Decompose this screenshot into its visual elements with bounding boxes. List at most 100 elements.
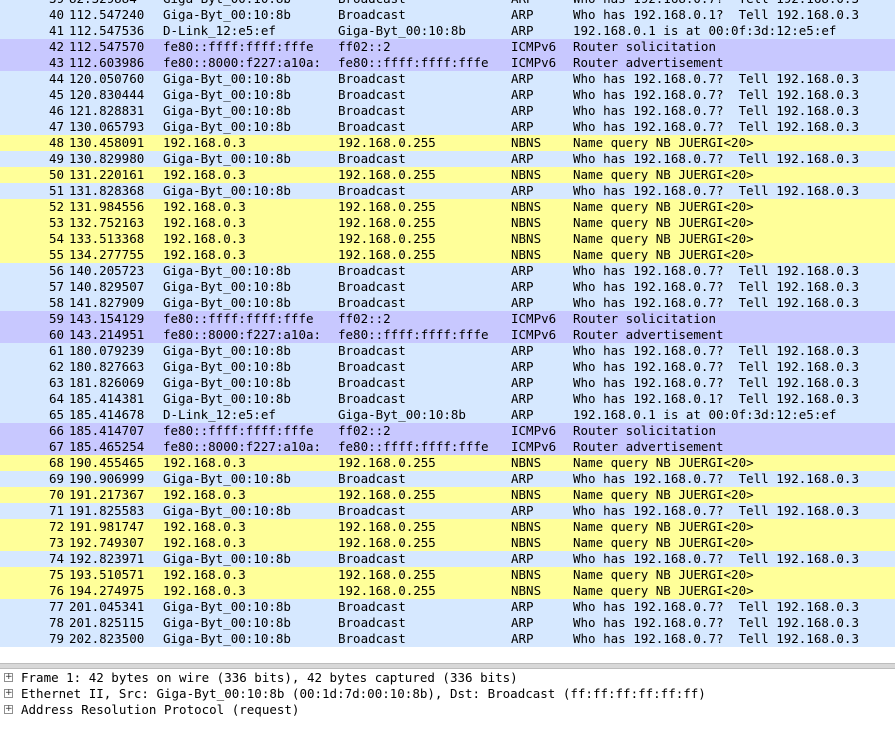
packet-protocol: ARP — [511, 375, 534, 390]
packet-time: 194.274975 — [69, 583, 145, 598]
packet-source: D-Link_12:e5:ef — [163, 407, 276, 422]
packet-row[interactable]: 67 185.465254 fe80::8000:f227:a10a: fe80::f… — [0, 439, 895, 455]
packet-source: Giga-Byt_00:10:8b — [163, 295, 291, 310]
packet-number: 39 — [0, 0, 64, 7]
detail-tree-item[interactable]: + Address Resolution Protocol (request) — [0, 702, 895, 718]
packet-row[interactable]: 60 143.214951 fe80::8000:f227:a10a: fe80::f… — [0, 327, 895, 343]
packet-row[interactable]: 58 141.827909 Giga-Byt_00:10:8b Broadcast AR… — [0, 295, 895, 311]
packet-row[interactable]: 65 185.414678 D-Link_12:e5:ef Giga-Byt_00:1… — [0, 407, 895, 423]
packet-number: 65 — [48, 407, 64, 422]
packet-row[interactable]: 50 131.220161 192.168.0.3 192.168.0.255 NBNS… — [0, 167, 895, 183]
packet-number: 77 — [48, 599, 64, 614]
packet-row[interactable]: 64 185.414381 Giga-Byt_00:10:8b Broadcast AR… — [0, 391, 895, 407]
packet-number: 78 — [48, 615, 64, 630]
packet-time: 130.458091 — [69, 135, 145, 150]
packet-row[interactable]: 54 133.513368 192.168.0.3 192.168.0.255 NBNS… — [0, 231, 895, 247]
packet-time: 133.513368 — [69, 231, 145, 246]
packet-row[interactable]: 57 140.829507 Giga-Byt_00:10:8b Broadcast AR… — [0, 279, 895, 295]
packet-number: 48 — [48, 135, 64, 150]
packet-source: Giga-Byt_00:10:8b — [163, 359, 291, 374]
detail-tree-item[interactable]: + Frame 1: 42 bytes on wire (336 bits), 4… — [0, 670, 895, 686]
packet-row[interactable]: 66 185.414707 fe80::ffff:ffff:fffe ff02::2 I… — [0, 423, 895, 439]
packet-time: 190.906999 — [69, 471, 145, 486]
packet-row[interactable]: 62 180.827663 Giga-Byt_00:10:8b Broadcast AR… — [0, 359, 895, 375]
detail-tree-item[interactable]: + Ethernet II, Src: Giga-Byt_00:10:8b (00… — [0, 686, 895, 702]
packet-protocol: ARP — [511, 551, 534, 566]
packet-destination: Broadcast — [338, 87, 406, 102]
packet-row[interactable]: 79 202.823500 Giga-Byt_00:10:8b Broadcast AR… — [0, 631, 895, 647]
packet-protocol: ICMPv6 — [511, 311, 557, 326]
packet-row[interactable]: 63 181.826069 Giga-Byt_00:10:8b Broadcast AR… — [0, 375, 895, 391]
packet-row[interactable]: 68 190.455465 192.168.0.3 192.168.0.255 NBNS… — [0, 455, 895, 471]
packet-row[interactable]: 45 120.830444 Giga-Byt_00:10:8b Broadcast AR… — [0, 87, 895, 103]
packet-info: Who has 192.168.0.7? Tell 192.168.0.3 — [573, 631, 859, 646]
expand-icon[interactable]: + — [4, 689, 13, 698]
packet-destination: Broadcast — [338, 391, 406, 406]
packet-row[interactable]: 71 191.825583 Giga-Byt_00:10:8b Broadcast AR… — [0, 503, 895, 519]
packet-info: Who has 192.168.0.7? Tell 192.168.0.3 — [573, 599, 859, 614]
packet-row[interactable]: 59 143.154129 fe80::ffff:ffff:fffe ff02::2 I… — [0, 311, 895, 327]
packet-number: 46 — [48, 103, 64, 118]
packet-time: 185.414381 — [69, 391, 145, 406]
packet-row[interactable]: 76 194.274975 192.168.0.3 192.168.0.255 NBNS… — [0, 583, 895, 599]
packet-row[interactable]: 53 132.752163 192.168.0.3 192.168.0.255 NBNS… — [0, 215, 895, 231]
packet-time: 180.827663 — [69, 359, 145, 374]
packet-row[interactable]: 70 191.217367 192.168.0.3 192.168.0.255 NBNS… — [0, 487, 895, 503]
packet-row[interactable]: 61 180.079239 Giga-Byt_00:10:8b Broadcast AR… — [0, 343, 895, 359]
packet-info: Who has 192.168.0.7? Tell 192.168.0.3 — [573, 279, 859, 294]
packet-row[interactable]: 72 191.981747 192.168.0.3 192.168.0.255 NBNS… — [0, 519, 895, 535]
packet-row[interactable]: 52 131.984556 192.168.0.3 192.168.0.255 NBNS… — [0, 199, 895, 215]
packet-row[interactable]: 39 82.329884Giga-Byt_00:10:8b BroadcastARP… — [0, 0, 895, 7]
packet-protocol: ARP — [511, 599, 534, 614]
packet-number: 75 — [48, 567, 64, 582]
packet-info: Who has 192.168.0.7? Tell 192.168.0.3 — [573, 295, 859, 310]
packet-info: Who has 192.168.0.1? Tell 192.168.0.3 — [573, 7, 859, 22]
packet-info: Router advertisement — [573, 327, 724, 342]
packet-details-pane[interactable]: + Frame 1: 42 bytes on wire (336 bits), 4… — [0, 669, 895, 730]
packet-row[interactable]: 77 201.045341 Giga-Byt_00:10:8b Broadcast AR… — [0, 599, 895, 615]
packet-number: 41 — [48, 23, 64, 38]
packet-row[interactable]: 42 112.547570 fe80::ffff:ffff:fffe ff02::2 I… — [0, 39, 895, 55]
packet-destination: 192.168.0.255 — [338, 535, 436, 550]
packet-row[interactable]: 46 121.828831 Giga-Byt_00:10:8b Broadcast AR… — [0, 103, 895, 119]
packet-source: fe80::ffff:ffff:fffe — [163, 311, 314, 326]
packet-source: 192.168.0.3 — [163, 535, 246, 550]
expand-icon[interactable]: + — [4, 705, 13, 714]
packet-row[interactable]: 41 112.547536 D-Link_12:e5:ef Giga-Byt_00:1… — [0, 23, 895, 39]
packet-row[interactable]: 49 130.829980 Giga-Byt_00:10:8b Broadcast AR… — [0, 151, 895, 167]
packet-time: 112.547240 — [69, 7, 145, 22]
packet-protocol: ARP — [511, 87, 534, 102]
packet-number: 53 — [48, 215, 64, 230]
packet-info: Who has 192.168.0.7? Tell 192.168.0.3 — [573, 151, 859, 166]
packet-row[interactable]: 48 130.458091 192.168.0.3 192.168.0.255 NBNS… — [0, 135, 895, 151]
packet-destination: Giga-Byt_00:10:8b — [338, 23, 466, 38]
packet-source: Giga-Byt_00:10:8b — [163, 263, 291, 278]
packet-row[interactable]: 78 201.825115 Giga-Byt_00:10:8b Broadcast AR… — [0, 615, 895, 631]
packet-info: Router solicitation — [573, 39, 716, 54]
packet-row[interactable]: 51 131.828368 Giga-Byt_00:10:8b Broadcast AR… — [0, 183, 895, 199]
packet-row[interactable]: 44 120.050760 Giga-Byt_00:10:8b Broadcast AR… — [0, 71, 895, 87]
packet-info: Who has 192.168.0.7? Tell 192.168.0.3 — [573, 343, 859, 358]
packet-time: 201.045341 — [69, 599, 145, 614]
packet-list[interactable]: 3982.329884Giga-Byt_00:10:8bBroadcastARP… — [0, 0, 895, 663]
packet-protocol: NBNS — [511, 231, 542, 246]
packet-row[interactable]: 55 134.277755 192.168.0.3 192.168.0.255 NBNS… — [0, 247, 895, 263]
packet-time: 185.414707 — [69, 423, 145, 438]
packet-info: Who has 192.168.0.7? Tell 192.168.0.3 — [573, 359, 859, 374]
packet-row[interactable]: 40 112.547240 Giga-Byt_00:10:8b Broadcast AR… — [0, 7, 895, 23]
packet-time: 201.825115 — [69, 615, 145, 630]
packet-row[interactable]: 47 130.065793 Giga-Byt_00:10:8b Broadcast AR… — [0, 119, 895, 135]
expand-icon[interactable]: + — [4, 673, 13, 682]
packet-row[interactable]: 56 140.205723 Giga-Byt_00:10:8b Broadcast AR… — [0, 263, 895, 279]
packet-destination: Broadcast — [338, 551, 406, 566]
packet-destination: 192.168.0.255 — [338, 215, 436, 230]
packet-protocol: ICMPv6 — [511, 327, 557, 342]
packet-source: 192.168.0.3 — [163, 199, 246, 214]
packet-row[interactable]: 43 112.603986 fe80::8000:f227:a10a: fe80::f… — [0, 55, 895, 71]
packet-source: Giga-Byt_00:10:8b — [163, 391, 291, 406]
packet-row[interactable]: 75 193.510571 192.168.0.3 192.168.0.255 NBNS… — [0, 567, 895, 583]
packet-row[interactable]: 69 190.906999 Giga-Byt_00:10:8b Broadcast AR… — [0, 471, 895, 487]
packet-info: Name query NB JUERGI<20> — [573, 215, 754, 230]
packet-row[interactable]: 74 192.823971 Giga-Byt_00:10:8b Broadcast AR… — [0, 551, 895, 567]
packet-row[interactable]: 73 192.749307 192.168.0.3 192.168.0.255 NBNS… — [0, 535, 895, 551]
